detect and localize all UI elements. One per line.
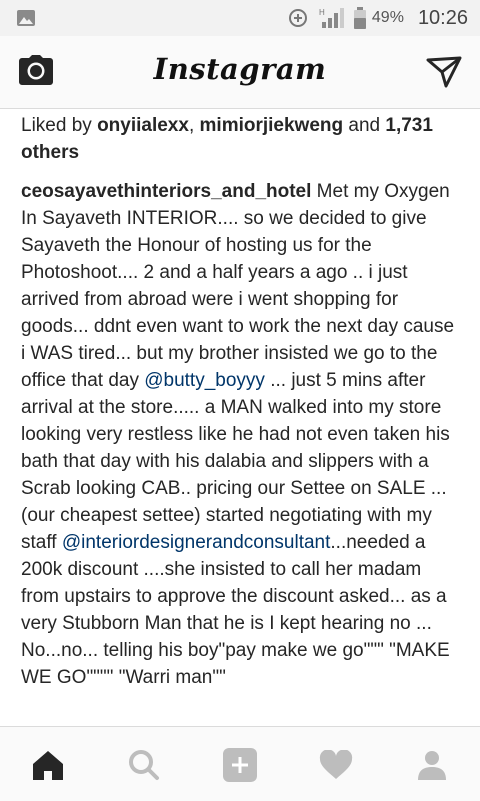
network-type-label: H xyxy=(319,8,325,17)
battery-percentage: 49% xyxy=(371,9,404,26)
add-post-icon[interactable] xyxy=(220,747,260,783)
search-icon[interactable] xyxy=(124,747,164,783)
app-logo: Instagram xyxy=(153,52,327,86)
caption-text-part-1: Met my Oxygen In Sayaveth INTERIOR.... s… xyxy=(21,181,455,391)
likers-separator: , xyxy=(188,115,195,136)
home-icon[interactable] xyxy=(28,747,68,783)
data-saver-icon xyxy=(288,8,308,28)
liker-username-1[interactable]: onyiialexx xyxy=(97,115,189,136)
others-label[interactable]: others xyxy=(21,142,79,163)
profile-icon[interactable] xyxy=(412,747,452,783)
and-label: and xyxy=(348,115,381,136)
direct-message-icon[interactable] xyxy=(426,56,462,93)
bottom-navigation xyxy=(0,726,480,801)
heart-icon[interactable] xyxy=(316,747,356,783)
status-time: 10:26 xyxy=(417,6,468,29)
mention-link[interactable]: @butty_boyyy xyxy=(144,370,265,391)
others-count[interactable]: 1,731 xyxy=(385,115,433,136)
signal-icon: H xyxy=(318,7,344,29)
caption-username[interactable]: ceosayavethinteriors_and_hotel xyxy=(21,181,311,202)
image-notification-icon xyxy=(16,9,36,32)
liked-by-label: Liked by xyxy=(21,115,92,136)
app-header: Instagram xyxy=(0,36,480,109)
caption-text-part-2: ... just 5 mins after arrival at the sto… xyxy=(21,370,450,553)
likes-summary: Liked by onyiialexx, mimiorjiekweng and … xyxy=(21,112,461,166)
mention-link[interactable]: @interiordesignerandconsultant xyxy=(62,532,331,553)
status-bar: H 49% 10:26 xyxy=(0,0,480,36)
battery-icon xyxy=(353,7,366,29)
post-caption: ceosayavethinteriors_and_hotel Met my Ox… xyxy=(21,178,461,691)
post-details: Liked by onyiialexx, mimiorjiekweng and … xyxy=(21,110,461,726)
liker-username-2[interactable]: mimiorjiekweng xyxy=(200,115,344,136)
caption-text-part-3: ...needed a 200k discount ....she insist… xyxy=(21,532,450,688)
